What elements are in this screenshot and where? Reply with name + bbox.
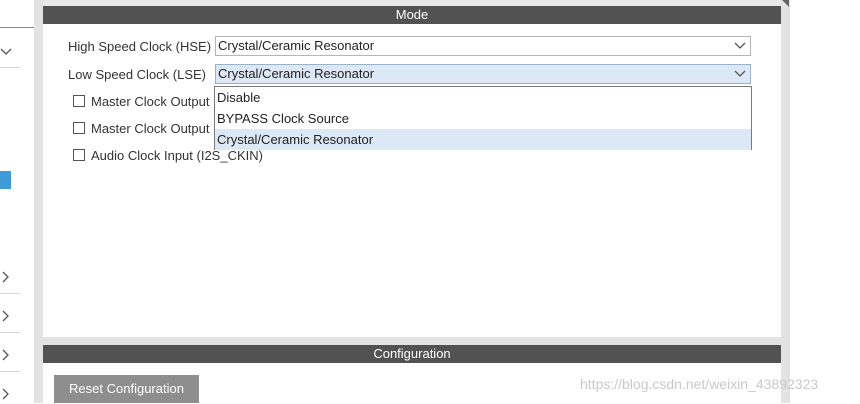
corner-marker-icon: [782, 0, 789, 7]
sidebar-separator: [0, 293, 20, 294]
watermark-text: https://blog.csdn.net/weixin_43892323: [580, 376, 819, 392]
dropdown-option-crystal[interactable]: Crystal/Ceramic Resonator: [215, 129, 751, 150]
configuration-panel: Configuration Reset Configuration: [43, 345, 781, 403]
checkbox-label: Master Clock Output: [91, 94, 210, 109]
panel-separator: [43, 337, 781, 345]
chevron-down-icon[interactable]: [734, 37, 746, 55]
panel-frame-left: [34, 0, 43, 403]
lse-select[interactable]: Crystal/Ceramic Resonator: [215, 64, 751, 84]
sidebar-separator: [0, 332, 20, 333]
mode-header: Mode: [43, 0, 781, 24]
chevron-down-icon[interactable]: [734, 65, 746, 83]
checkbox-master-clock-output-1[interactable]: Master Clock Output: [73, 94, 210, 110]
chevron-right-icon[interactable]: [0, 387, 12, 401]
configuration-header: Configuration: [43, 345, 781, 363]
sidebar-separator: [0, 371, 20, 372]
lse-label: Low Speed Clock (LSE): [68, 67, 207, 82]
reset-configuration-button[interactable]: Reset Configuration: [54, 375, 199, 403]
checkbox-label: Master Clock Output: [91, 121, 210, 136]
checkbox-icon[interactable]: [73, 122, 85, 134]
sidebar-separator: [0, 67, 20, 68]
checkbox-audio-clock-input[interactable]: Audio Clock Input (I2S_CKIN): [73, 148, 263, 164]
dropdown-option-disable[interactable]: Disable: [215, 87, 751, 108]
lse-dropdown-list: Disable BYPASS Clock Source Crystal/Cera…: [214, 86, 752, 150]
checkbox-label: Audio Clock Input (I2S_CKIN): [91, 148, 263, 163]
chevron-right-icon[interactable]: [0, 270, 12, 284]
mode-panel: Mode High Speed Clock (HSE) Crystal/Cera…: [43, 0, 781, 337]
sidebar-divider: [0, 27, 34, 28]
lse-select-value: Crystal/Ceramic Resonator: [218, 66, 375, 81]
right-blank-area: [790, 0, 860, 403]
hse-label: High Speed Clock (HSE): [68, 39, 212, 54]
left-sidebar-strip: [0, 0, 35, 403]
hse-select[interactable]: Crystal/Ceramic Resonator: [215, 36, 751, 56]
checkbox-master-clock-output-2[interactable]: Master Clock Output: [73, 121, 210, 137]
chevron-right-icon[interactable]: [0, 309, 12, 323]
chevron-right-icon[interactable]: [0, 348, 12, 362]
panel-frame-right: [781, 0, 790, 403]
hse-select-value: Crystal/Ceramic Resonator: [218, 38, 375, 53]
dropdown-option-bypass[interactable]: BYPASS Clock Source: [215, 108, 751, 129]
checkbox-icon[interactable]: [73, 149, 85, 161]
chevron-down-icon[interactable]: [0, 45, 12, 59]
sidebar-selected-marker: [0, 171, 11, 189]
checkbox-icon[interactable]: [73, 95, 85, 107]
